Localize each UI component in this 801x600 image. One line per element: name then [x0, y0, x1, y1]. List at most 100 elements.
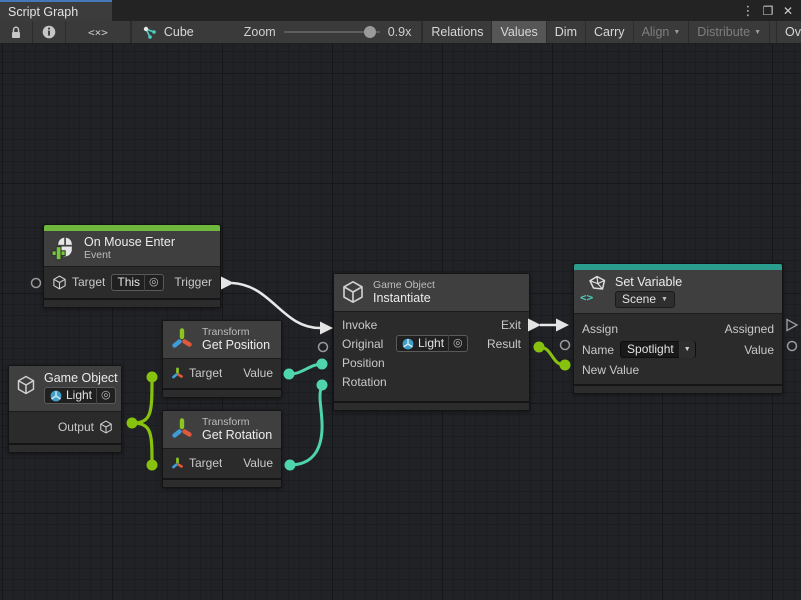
node-footer — [163, 388, 281, 397]
graph-icon — [142, 25, 158, 40]
result-port-label: Result — [487, 337, 521, 351]
node-title: Instantiate — [373, 291, 435, 305]
transform-icon — [170, 327, 194, 351]
target-port-label: Target — [72, 275, 105, 289]
new-value-port-label: New Value — [582, 363, 639, 377]
position-port-label: Position — [342, 356, 396, 370]
node-get-rotation[interactable]: Transform Get Rotation Target Valu — [162, 410, 282, 488]
node-get-position[interactable]: Transform Get Position Target Valu — [162, 320, 282, 398]
value-port-label: Value — [243, 366, 273, 380]
getrotation-value-port[interactable] — [285, 460, 296, 471]
assigned-output-port[interactable] — [787, 320, 797, 331]
getposition-value-port[interactable] — [284, 369, 295, 380]
distribute-button[interactable]: Distribute ▼ — [689, 21, 770, 43]
align-button[interactable]: Align ▼ — [634, 21, 690, 43]
getrotation-target-port[interactable] — [147, 460, 158, 471]
code-view-button[interactable]: <×> — [66, 21, 131, 43]
wire-getposition-to-position — [289, 364, 322, 374]
object-picker-icon[interactable]: ◎ — [448, 335, 467, 352]
tab-script-graph[interactable]: Script Graph — [0, 0, 112, 21]
value-port-label: Value — [243, 456, 273, 470]
target-port-label: Target — [189, 366, 222, 380]
node-on-mouse-enter[interactable]: On Mouse Enter Event Target This ◎ — [43, 224, 221, 308]
zoom-slider[interactable] — [284, 31, 380, 33]
dim-button[interactable]: Dim — [547, 21, 586, 43]
new-value-input-port[interactable] — [560, 360, 571, 371]
rotation-port-label: Rotation — [342, 375, 396, 389]
assign-port-label: Assign — [582, 322, 626, 336]
value-port-label: Value — [744, 343, 774, 357]
relations-button[interactable]: Relations — [423, 21, 492, 43]
assigned-port-label: Assigned — [716, 322, 774, 336]
node-instantiate[interactable]: Game Object Instantiate Invoke Exit Orig… — [333, 273, 530, 411]
lock-button[interactable] — [0, 21, 33, 43]
node-game-object-literal[interactable]: Game Object Light ◎ — [8, 365, 122, 453]
node-header: On Mouse Enter Event — [44, 231, 220, 267]
node-footer — [163, 478, 281, 487]
maximize-icon[interactable]: ❐ — [759, 2, 777, 20]
name-input-port[interactable] — [561, 341, 570, 350]
graph-canvas[interactable]: On Mouse Enter Event Target This ◎ — [0, 44, 801, 600]
variable-name-field[interactable]: Spotlight ▼ — [620, 341, 696, 358]
target-port-label: Target — [189, 456, 222, 470]
graph-breadcrumb[interactable]: Cube — [131, 21, 204, 43]
node-title: Game Object — [44, 371, 120, 385]
set-variable-icon: <> — [581, 275, 607, 302]
game-object-icon — [341, 280, 365, 304]
assign-input-port[interactable] — [556, 319, 569, 332]
game-object-icon — [99, 420, 113, 434]
node-title: Set Variable — [615, 275, 682, 289]
target-value-chip[interactable]: This ◎ — [111, 274, 163, 291]
node-category: Game Object — [373, 279, 435, 291]
node-category: Transform — [202, 326, 270, 338]
original-value-chip[interactable]: Light ◎ — [396, 335, 468, 352]
node-set-variable[interactable]: <> Set Variable Scene ▼ Assign Assigned — [573, 263, 783, 394]
mouse-enter-target-port[interactable] — [32, 279, 41, 288]
rotation-input-port[interactable] — [317, 380, 328, 391]
result-output-port[interactable] — [534, 342, 545, 353]
invoke-input-port[interactable] — [320, 322, 333, 335]
transform-icon — [171, 457, 184, 470]
info-button[interactable] — [33, 21, 66, 43]
object-picker-icon[interactable]: ◎ — [144, 274, 163, 291]
titlebar-spacer — [112, 0, 739, 21]
zoom-control: Zoom 0.9x — [234, 21, 422, 43]
mouse-event-icon — [51, 236, 76, 261]
wire-output-to-getrotation — [132, 423, 152, 465]
variable-scope-dropdown[interactable]: Scene ▼ — [615, 291, 675, 308]
light-output-port[interactable] — [127, 418, 138, 429]
wire-result-to-newvalue — [539, 347, 565, 365]
original-input-port[interactable] — [319, 343, 328, 352]
output-port-label: Output — [50, 420, 94, 434]
values-button[interactable]: Values — [492, 21, 546, 43]
node-category: Transform — [202, 416, 272, 428]
light-object-icon — [402, 338, 414, 350]
light-object-icon — [50, 390, 62, 402]
value-output-port[interactable] — [788, 342, 797, 351]
overview-button[interactable]: Overview — [776, 21, 801, 43]
trigger-output-port[interactable] — [221, 277, 234, 290]
graph-name: Cube — [164, 25, 194, 39]
title-bar: Script Graph ⋮ ❐ ✕ — [0, 0, 801, 21]
node-footer — [44, 298, 220, 307]
object-value-chip[interactable]: Light ◎ — [44, 387, 116, 404]
position-input-port[interactable] — [317, 359, 328, 370]
name-dropdown-button[interactable]: ▼ — [679, 341, 695, 358]
node-title: On Mouse Enter — [84, 235, 175, 249]
invoke-port-label: Invoke — [342, 318, 396, 332]
node-title: Get Position — [202, 338, 270, 352]
node-footer — [574, 384, 782, 393]
transform-icon — [171, 367, 184, 380]
window-menu-icon[interactable]: ⋮ — [739, 2, 757, 20]
zoom-slider-handle[interactable] — [364, 26, 376, 38]
script-graph-window: Script Graph ⋮ ❐ ✕ <×> — [0, 0, 801, 600]
getposition-target-port[interactable] — [147, 372, 158, 383]
node-footer — [9, 443, 121, 452]
carry-button[interactable]: Carry — [586, 21, 634, 43]
object-picker-icon[interactable]: ◎ — [96, 387, 115, 404]
close-icon[interactable]: ✕ — [779, 2, 797, 20]
game-object-icon — [16, 374, 36, 396]
game-object-icon — [52, 275, 67, 290]
code-icon: <×> — [88, 26, 108, 39]
wire-getrotation-to-rotation — [290, 386, 322, 465]
